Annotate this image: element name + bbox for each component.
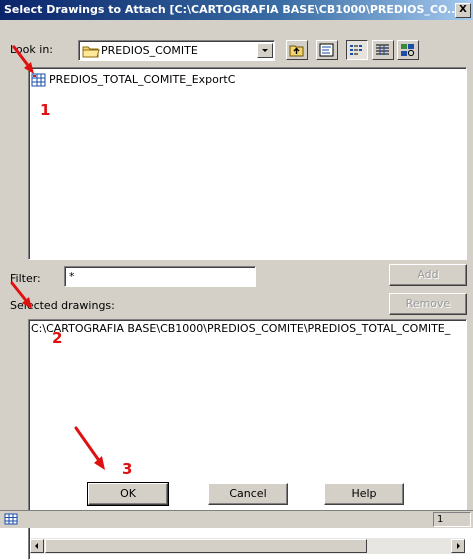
arrow-right-icon <box>457 543 460 549</box>
lookin-dropdown[interactable]: PREDIOS_COMITE <box>78 40 275 61</box>
folder-icon <box>82 46 100 58</box>
up-folder-icon <box>289 45 304 57</box>
filter-label: Filter: <box>10 272 41 285</box>
cancel-button[interactable]: Cancel <box>208 483 288 505</box>
up-folder-button[interactable] <box>286 40 308 60</box>
ok-button[interactable]: OK <box>87 482 169 506</box>
add-button[interactable]: Add <box>389 264 467 286</box>
lookin-dropdown-arrow[interactable] <box>257 43 273 58</box>
file-list[interactable]: PREDIOS_TOTAL_COMITE_ExportC <box>28 67 467 260</box>
dialog-title: Select Drawings to Attach [C:\CARTOGRAFI… <box>4 3 460 16</box>
scroll-right-button[interactable] <box>451 539 465 553</box>
thumbnail-view-icon <box>401 44 415 57</box>
list-item[interactable]: C:\CARTOGRAFIA BASE\CB1000\PREDIOS_COMIT… <box>31 322 464 335</box>
title-bar[interactable]: Select Drawings to Attach [C:\CARTOGRAFI… <box>0 0 473 20</box>
annotation-number-2: 2 <box>52 329 63 347</box>
filter-input[interactable]: * <box>64 266 256 287</box>
scroll-left-button[interactable] <box>30 539 44 553</box>
horizontal-scrollbar[interactable] <box>30 538 465 554</box>
close-button[interactable]: X <box>455 3 471 18</box>
lookin-value: PREDIOS_COMITE <box>101 44 198 57</box>
scroll-thumb[interactable] <box>45 539 367 553</box>
remove-button[interactable]: Remove <box>389 293 467 315</box>
list-view-button[interactable] <box>346 40 368 60</box>
selected-drawing-path: C:\CARTOGRAFIA BASE\CB1000\PREDIOS_COMIT… <box>31 322 451 335</box>
status-count: 1 <box>433 512 471 527</box>
annotation-number-1: 1 <box>40 101 51 119</box>
select-drawings-dialog: Select Drawings to Attach [C:\CARTOGRAFI… <box>0 0 473 560</box>
selected-drawings-label: Selected drawings: <box>10 299 115 312</box>
details-view-button[interactable] <box>372 40 394 60</box>
status-bar: 1 <box>0 510 473 528</box>
preview-icon <box>319 43 334 57</box>
thumbnail-view-button[interactable] <box>397 40 419 60</box>
arrow-left-icon <box>35 543 38 549</box>
file-name: PREDIOS_TOTAL_COMITE_ExportC <box>49 73 236 86</box>
close-icon: X <box>459 4 467 15</box>
preview-button[interactable] <box>316 40 338 60</box>
chevron-down-icon <box>262 49 268 52</box>
filter-value: * <box>69 270 75 283</box>
annotation-number-3: 3 <box>122 460 133 478</box>
drawing-status-icon <box>4 513 18 525</box>
lookin-label: Look in: <box>10 43 53 56</box>
list-view-icon <box>350 45 362 55</box>
drawing-file-icon <box>31 73 46 87</box>
help-button[interactable]: Help <box>324 483 404 505</box>
details-view-icon <box>376 44 389 55</box>
